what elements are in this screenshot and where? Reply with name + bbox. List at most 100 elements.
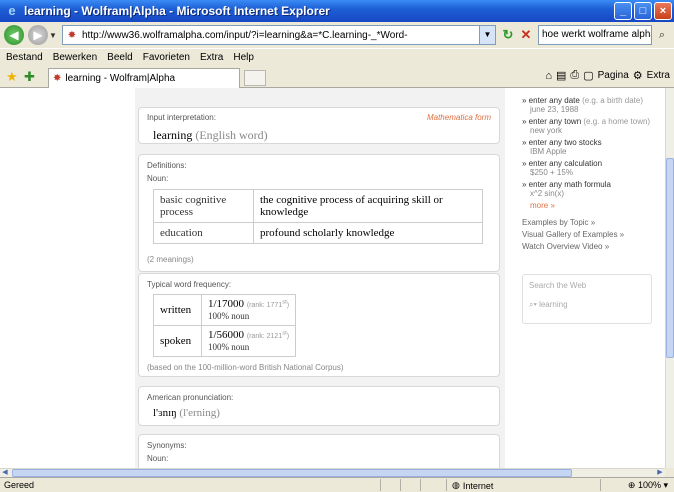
pod-pronunciation: American pronunciation: l'ɜnɪŋ (l'erning… — [138, 386, 500, 426]
history-dropdown-icon[interactable]: ▼ — [48, 31, 58, 40]
add-favorite-icon[interactable]: ✚ — [24, 69, 35, 85]
pod-subtitle: Noun: — [147, 174, 169, 183]
tab-bar: ★ ✚ ✸ learning - Wolfram|Alpha ⌂ ▤ ⎙ ▢ P… — [0, 66, 674, 88]
frequency-noun: 100% noun — [208, 311, 250, 321]
zoom-icon: ⊕ — [627, 480, 638, 490]
list-item[interactable]: » enter any town (e.g. a home town) new y… — [522, 117, 662, 135]
pod-subtitle: Noun: — [147, 454, 169, 463]
tab-wolfram-alpha[interactable]: ✸ learning - Wolfram|Alpha — [48, 68, 240, 88]
scroll-right-icon[interactable]: ▶ — [655, 469, 665, 477]
address-dropdown-icon[interactable]: ▼ — [479, 26, 495, 44]
security-zone: ◍ Internet — [452, 480, 493, 491]
status-text: Gereed — [4, 480, 35, 490]
list-item[interactable]: » enter any date (e.g. a birth date) june… — [522, 96, 662, 114]
meanings-count: (2 meanings) — [147, 255, 194, 264]
ie-icon: e — [8, 3, 16, 18]
forward-button[interactable]: ▶ — [28, 25, 48, 45]
example-label: enter any town — [528, 117, 582, 126]
maximize-button[interactable]: □ — [634, 2, 652, 20]
address-bar[interactable]: ✸ http://www36.wolframalpha.com/input/?i… — [62, 25, 496, 45]
home-icon[interactable]: ⌂ — [545, 70, 552, 82]
search-icon: ⌕▾ — [529, 300, 540, 309]
zoom-level[interactable]: ⊕ 100% ▾ — [628, 480, 668, 491]
favorites-star-icon[interactable]: ★ — [6, 69, 18, 85]
examples-by-topic-link[interactable]: Examples by Topic » — [522, 218, 662, 227]
input-word-gloss: (English word) — [195, 128, 268, 142]
menu-bestand[interactable]: Bestand — [6, 52, 43, 63]
zoom-value: 100% — [637, 480, 661, 490]
back-button[interactable]: ◀ — [4, 25, 24, 45]
pronunciation-respell: (l'erning) — [179, 407, 220, 419]
command-bar: ⌂ ▤ ⎙ ▢ Pagina ⚙ Extra — [545, 69, 670, 82]
list-item[interactable]: » enter any math formula x^2 sin(x) — [522, 180, 662, 198]
frequency-rank: (rank: 2121st) — [247, 331, 290, 340]
status-divider — [600, 479, 601, 491]
vertical-scrollbar[interactable] — [665, 88, 674, 468]
example-value: IBM Apple — [530, 147, 567, 156]
frequency-fraction: 1/56000 — [208, 329, 245, 341]
input-word-text: learning — [153, 128, 193, 142]
menu-extra[interactable]: Extra — [200, 52, 223, 63]
stop-icon[interactable]: ✕ — [518, 27, 534, 43]
frequency-value-cell: 1/56000 (rank: 2121st) 100% noun — [200, 325, 297, 357]
example-label: enter any date — [528, 96, 580, 105]
rank-close: ) — [286, 302, 290, 309]
feeds-icon[interactable]: ▤ — [556, 69, 566, 82]
title-bar: e learning - Wolfram|Alpha - Microsoft I… — [0, 0, 674, 22]
page-viewport: Input interpretation: Mathematica form l… — [0, 88, 665, 468]
vertical-scroll-thumb[interactable] — [666, 158, 674, 358]
page-menu[interactable]: Pagina — [598, 70, 629, 81]
examples-list: » enter any date (e.g. a birth date) june… — [522, 88, 662, 251]
frequency-label: written — [153, 294, 202, 326]
extra-menu[interactable]: Extra — [647, 70, 670, 81]
close-button[interactable]: × — [654, 2, 672, 20]
horizontal-scroll-thumb[interactable] — [12, 469, 572, 477]
pod-input-interpretation: Input interpretation: Mathematica form l… — [138, 107, 500, 144]
definition-term: basic cognitive process — [153, 189, 254, 223]
example-value: x^2 sin(x) — [530, 189, 564, 198]
menu-bewerken[interactable]: Bewerken — [53, 52, 97, 63]
window-controls: _ □ × — [614, 2, 672, 20]
example-hint: (e.g. a home town) — [583, 117, 651, 126]
visual-gallery-link[interactable]: Visual Gallery of Examples » — [522, 230, 662, 239]
web-search-query[interactable]: ⌕▾ learning — [529, 300, 651, 310]
pod-title: Synonyms: — [147, 441, 187, 450]
address-url[interactable]: http://www36.wolframalpha.com/input/?i=l… — [82, 30, 408, 41]
search-icon[interactable]: ⌕ — [654, 27, 670, 43]
web-search-box: Search the Web ⌕▾ learning — [522, 274, 652, 324]
address-toolbar: ◀ ▶ ▼ ✸ http://www36.wolframalpha.com/in… — [0, 22, 674, 48]
tab-label: learning - Wolfram|Alpha — [65, 73, 176, 84]
print-icon[interactable]: ⎙ — [570, 69, 579, 82]
status-divider — [400, 479, 401, 491]
table-row: written 1/17000 (rank: 1771st) 100% noun — [153, 294, 297, 326]
web-search-query-text: learning — [539, 300, 568, 309]
frequency-fraction: 1/17000 — [208, 298, 245, 310]
more-link[interactable]: more » — [522, 201, 662, 210]
list-item[interactable]: » enter any two stocks IBM Apple — [522, 138, 662, 156]
mathematica-form-link[interactable]: Mathematica form — [427, 113, 491, 122]
tools-gear-icon: ⚙ — [632, 70, 643, 82]
definition-text: the cognitive process of acquiring skill… — [253, 189, 483, 223]
status-divider — [380, 479, 381, 491]
pod-title: Definitions: — [147, 161, 187, 170]
horizontal-scrollbar[interactable]: ◀ ▶ — [0, 468, 665, 477]
rank-text: (rank: 1771 — [246, 302, 283, 309]
menu-favorieten[interactable]: Favorieten — [143, 52, 190, 63]
overview-video-link[interactable]: Watch Overview Video » — [522, 242, 662, 251]
example-label: enter any calculation — [528, 159, 603, 168]
input-word: learning (English word) — [153, 128, 268, 143]
menu-beeld[interactable]: Beeld — [107, 52, 133, 63]
scroll-left-icon[interactable]: ◀ — [0, 469, 10, 477]
new-tab-button[interactable] — [244, 70, 266, 86]
frequency-table: written 1/17000 (rank: 1771st) 100% noun… — [153, 294, 297, 357]
search-input[interactable]: hoe werkt wolframe alpha — [538, 25, 652, 45]
minimize-button[interactable]: _ — [614, 2, 632, 20]
frequency-value-cell: 1/17000 (rank: 1771st) 100% noun — [200, 294, 297, 326]
list-item[interactable]: » enter any calculation $250 + 15% — [522, 159, 662, 177]
refresh-icon[interactable]: ↻ — [500, 27, 516, 43]
status-bar: Gereed ◍ Internet ⊕ 100% ▾ — [0, 477, 674, 492]
rank-close: ) — [286, 333, 290, 340]
menu-help[interactable]: Help — [233, 52, 254, 63]
table-row: education profound scholarly knowledge — [153, 222, 483, 244]
frequency-label: spoken — [153, 325, 202, 357]
